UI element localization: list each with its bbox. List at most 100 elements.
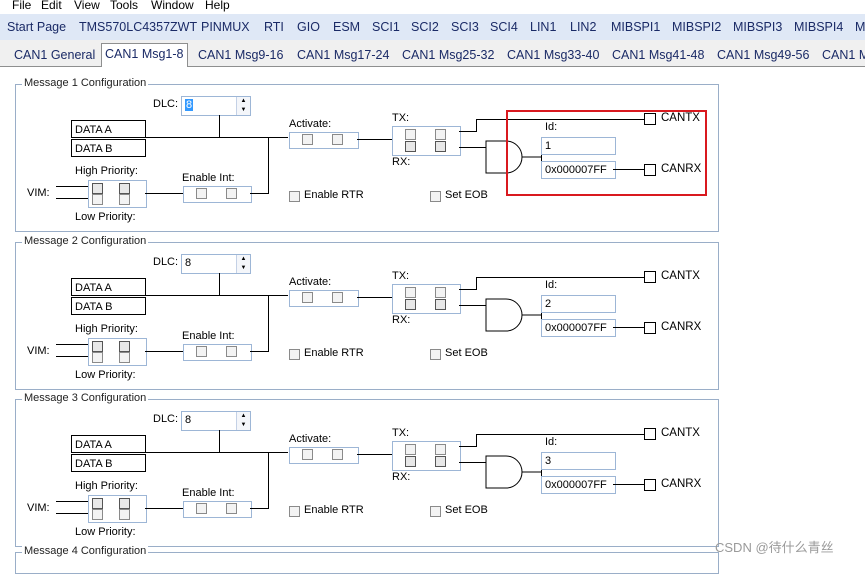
activate-checkbox[interactable] <box>302 134 313 145</box>
menu-window[interactable]: Window <box>151 0 194 12</box>
subtab-can1-msg49-56[interactable]: CAN1 Msg49-56 <box>717 45 809 65</box>
high-priority-checkbox[interactable] <box>92 341 103 352</box>
spinner-arrows-icon[interactable]: ▲ ▼ <box>236 255 250 273</box>
high-priority-checkbox[interactable] <box>92 498 103 509</box>
dlc-spinner[interactable]: 8 ▲ ▼ <box>181 254 251 274</box>
activate-checkbox-2[interactable] <box>332 134 343 145</box>
tab-mibspi1[interactable]: MIBSPI1 <box>611 20 660 34</box>
id-input[interactable]: 3 <box>541 452 616 470</box>
tab-more[interactable]: M <box>855 20 865 34</box>
set-eob-checkbox[interactable] <box>430 506 441 517</box>
subtab-can1-msg41-48[interactable]: CAN1 Msg41-48 <box>612 45 704 65</box>
low-priority-label: Low Priority: <box>75 369 136 381</box>
tx-rx-switch <box>392 284 461 314</box>
tx-label: TX: <box>392 112 410 124</box>
subtab-can1-msg25-32[interactable]: CAN1 Msg25-32 <box>402 45 494 65</box>
low-priority-checkbox-2[interactable] <box>119 194 130 205</box>
rx-checkbox[interactable] <box>405 299 416 310</box>
menu-view[interactable]: View <box>74 0 100 12</box>
tab-gio[interactable]: GIO <box>297 20 320 34</box>
tab-mibspi4[interactable]: MIBSPI4 <box>794 20 843 34</box>
activate-checkbox[interactable] <box>302 292 313 303</box>
tab-rti[interactable]: RTI <box>264 20 284 34</box>
id-input[interactable]: 2 <box>541 295 616 313</box>
spinner-arrows-icon[interactable]: ▲ ▼ <box>236 412 250 430</box>
high-priority-checkbox-2[interactable] <box>119 341 130 352</box>
dlc-spinner[interactable]: 8 ▲ ▼ <box>181 411 251 431</box>
tab-sci3[interactable]: SCI3 <box>451 20 479 34</box>
high-priority-checkbox[interactable] <box>92 183 103 194</box>
data-a-box: DATA A <box>71 120 146 138</box>
rx-checkbox[interactable] <box>405 141 416 152</box>
cantx-port-icon <box>644 428 656 440</box>
set-eob-checkbox[interactable] <box>430 191 441 202</box>
enable-int-checkbox-2[interactable] <box>226 503 237 514</box>
tab-mibspi3[interactable]: MIBSPI3 <box>733 20 782 34</box>
low-priority-checkbox-2[interactable] <box>119 509 130 520</box>
activate-checkbox[interactable] <box>302 449 313 460</box>
rx-checkbox-2[interactable] <box>435 299 446 310</box>
tab-mibspi2[interactable]: MIBSPI2 <box>672 20 721 34</box>
low-priority-checkbox[interactable] <box>92 194 103 205</box>
tx-checkbox-2[interactable] <box>435 444 446 455</box>
activate-switch <box>289 447 359 464</box>
tx-checkbox[interactable] <box>405 287 416 298</box>
tab-lin2[interactable]: LIN2 <box>570 20 596 34</box>
menu-file[interactable]: File <box>12 0 31 12</box>
subtab-can1-msg1-8[interactable]: CAN1 Msg1-8 <box>101 43 188 67</box>
menu-tools[interactable]: Tools <box>110 0 138 12</box>
group-title-4: Message 4 Configuration <box>22 545 149 557</box>
tab-sci1[interactable]: SCI1 <box>372 20 400 34</box>
high-priority-checkbox-2[interactable] <box>119 183 130 194</box>
tx-checkbox[interactable] <box>405 129 416 140</box>
priority-switch <box>88 495 147 523</box>
canrx-port-icon <box>644 479 656 491</box>
group-title: Message 2 Configuration <box>22 235 149 247</box>
menu-edit[interactable]: Edit <box>41 0 62 12</box>
enable-int-checkbox-2[interactable] <box>226 188 237 199</box>
rx-checkbox[interactable] <box>405 456 416 467</box>
tab-start-page[interactable]: Start Page <box>7 20 66 34</box>
high-priority-checkbox-2[interactable] <box>119 498 130 509</box>
canrx-port-icon <box>644 322 656 334</box>
enable-int-checkbox[interactable] <box>196 188 207 199</box>
enable-int-checkbox[interactable] <box>196 503 207 514</box>
dlc-spinner[interactable]: 8 ▲ ▼ <box>181 96 251 116</box>
subtab-can1-msg9-16[interactable]: CAN1 Msg9-16 <box>198 45 283 65</box>
activate-checkbox-2[interactable] <box>332 449 343 460</box>
subtab-can1-more[interactable]: CAN1 M <box>822 45 865 65</box>
tx-checkbox[interactable] <box>405 444 416 455</box>
enable-rtr-checkbox[interactable] <box>289 349 300 360</box>
tab-sci4[interactable]: SCI4 <box>490 20 518 34</box>
tab-sci2[interactable]: SCI2 <box>411 20 439 34</box>
mask-input[interactable]: 0x000007FF <box>541 319 616 337</box>
enable-rtr-checkbox[interactable] <box>289 191 300 202</box>
tx-checkbox-2[interactable] <box>435 287 446 298</box>
set-eob-label: Set EOB <box>445 504 488 516</box>
subtab-can1-general[interactable]: CAN1 General <box>14 45 95 65</box>
enable-int-checkbox[interactable] <box>196 346 207 357</box>
subtab-can1-msg17-24[interactable]: CAN1 Msg17-24 <box>297 45 389 65</box>
tab-device[interactable]: TMS570LC4357ZWT <box>79 20 197 34</box>
menu-help[interactable]: Help <box>205 0 230 12</box>
tab-esm[interactable]: ESM <box>333 20 360 34</box>
low-priority-checkbox[interactable] <box>92 509 103 520</box>
rx-checkbox-2[interactable] <box>435 141 446 152</box>
tab-lin1[interactable]: LIN1 <box>530 20 556 34</box>
set-eob-checkbox[interactable] <box>430 349 441 360</box>
low-priority-checkbox-2[interactable] <box>119 352 130 363</box>
activate-checkbox-2[interactable] <box>332 292 343 303</box>
enable-int-checkbox-2[interactable] <box>226 346 237 357</box>
group-title: Message 3 Configuration <box>22 392 149 404</box>
enable-rtr-label: Enable RTR <box>304 189 364 201</box>
enable-rtr-checkbox[interactable] <box>289 506 300 517</box>
tx-checkbox-2[interactable] <box>435 129 446 140</box>
tab-pinmux[interactable]: PINMUX <box>201 20 250 34</box>
rx-checkbox-2[interactable] <box>435 456 446 467</box>
message-config-group-4: Message 4 Configuration <box>15 545 719 574</box>
mask-input[interactable]: 0x000007FF <box>541 476 616 494</box>
spinner-arrows-icon[interactable]: ▲ ▼ <box>236 97 250 115</box>
enable-int-switch <box>183 501 252 518</box>
subtab-can1-msg33-40[interactable]: CAN1 Msg33-40 <box>507 45 599 65</box>
low-priority-checkbox[interactable] <box>92 352 103 363</box>
